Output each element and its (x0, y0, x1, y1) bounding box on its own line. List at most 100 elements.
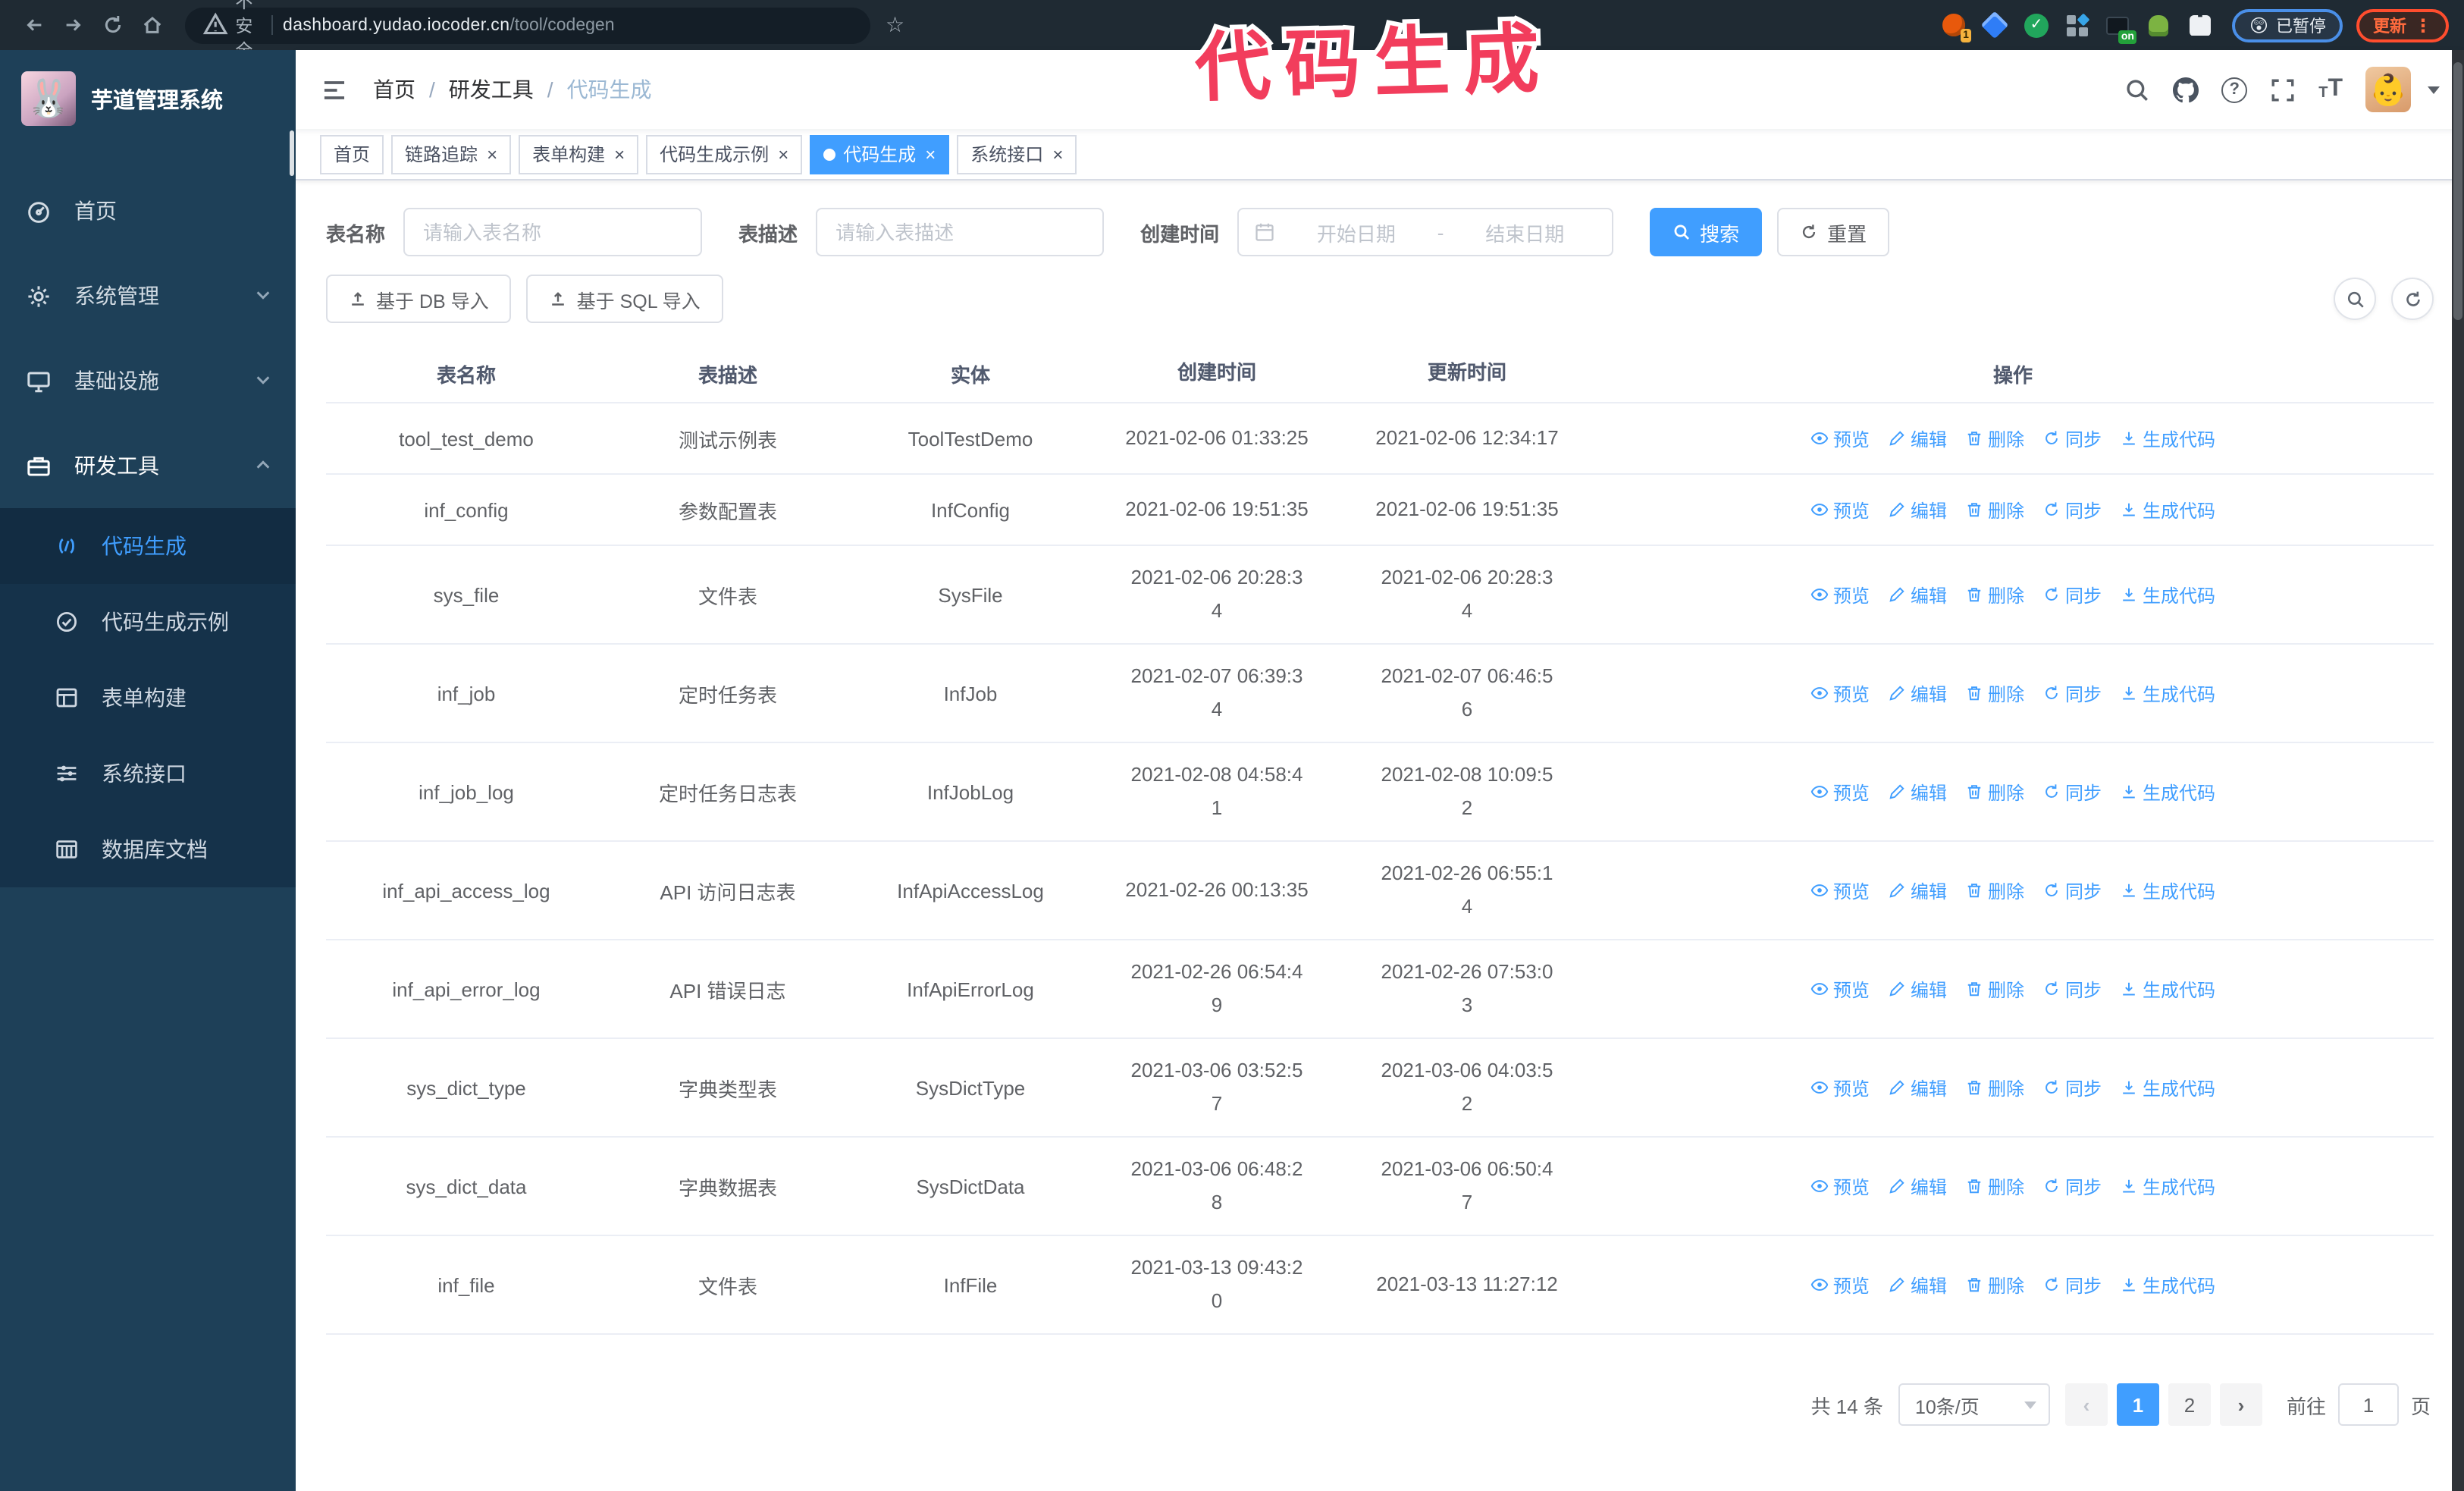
help-icon[interactable]: ? (2221, 77, 2248, 102)
search-icon[interactable] (2124, 77, 2150, 102)
generate-code-link[interactable]: 生成代码 (2120, 1173, 2215, 1199)
github-icon[interactable] (2173, 77, 2199, 102)
preview-link[interactable]: 预览 (1810, 779, 1870, 805)
sync-link[interactable]: 同步 (2042, 582, 2102, 607)
prev-page-button[interactable]: ‹ (2064, 1383, 2108, 1426)
edit-link[interactable]: 编辑 (1888, 877, 1947, 903)
sidebar-scrollbar-thumb[interactable] (290, 130, 294, 176)
table-row[interactable]: inf_job_log 定时任务日志表 InfJobLog 2021-02-08… (326, 742, 2434, 840)
generate-code-link[interactable]: 生成代码 (2120, 1075, 2215, 1100)
edit-link[interactable]: 编辑 (1888, 680, 1947, 706)
table-name-input[interactable] (403, 208, 703, 256)
edit-link[interactable]: 编辑 (1888, 497, 1947, 523)
delete-link[interactable]: 删除 (1965, 779, 2024, 805)
preview-link[interactable]: 预览 (1810, 1173, 1870, 1199)
sync-link[interactable]: 同步 (2042, 497, 2102, 523)
delete-link[interactable]: 删除 (1965, 1272, 2024, 1298)
extension-icon-grid[interactable] (2064, 12, 2090, 38)
tag[interactable]: 表单构建 × (519, 134, 639, 174)
table-row[interactable]: inf_job 定时任务表 InfJob 2021-02-07 06:39:3 4… (326, 643, 2434, 742)
tag[interactable]: 首页 (320, 134, 384, 174)
hamburger-icon[interactable] (320, 75, 349, 104)
edit-link[interactable]: 编辑 (1888, 1272, 1947, 1298)
sidebar-subitem-codegen[interactable]: 代码生成 (0, 508, 296, 584)
tag[interactable]: 链路追踪 × (391, 134, 512, 174)
table-row[interactable]: inf_config 参数配置表 InfConfig 2021-02-06 19… (326, 473, 2434, 545)
preview-link[interactable]: 预览 (1810, 976, 1870, 1002)
table-row[interactable]: sys_dict_data 字典数据表 SysDictData 2021-03-… (326, 1136, 2434, 1235)
extension-icon-dark[interactable]: on (2105, 12, 2137, 44)
close-icon[interactable]: × (614, 145, 625, 163)
update-badge[interactable]: 更新 ⋮ (2356, 8, 2449, 42)
goto-page-input[interactable] (2337, 1383, 2399, 1426)
close-icon[interactable]: × (1052, 145, 1063, 163)
import-sql-button[interactable]: 基于 SQL 导入 (526, 275, 723, 323)
generate-code-link[interactable]: 生成代码 (2120, 877, 2215, 903)
page-button-1[interactable]: 1 (2116, 1383, 2159, 1426)
close-icon[interactable]: × (778, 145, 788, 163)
avatar-caret-down-icon[interactable] (2428, 86, 2440, 93)
sync-link[interactable]: 同步 (2042, 779, 2102, 805)
tag[interactable]: 代码生成示例 × (646, 134, 803, 174)
browser-home-icon[interactable] (133, 7, 170, 43)
sidebar-item-devtools[interactable]: 研发工具 (0, 423, 296, 508)
breadcrumb-home[interactable]: 首页 (373, 74, 415, 105)
app-logo-row[interactable]: 🐰 芋道管理系统 (0, 50, 296, 147)
font-size-icon[interactable]: TT (2318, 77, 2343, 102)
preview-link[interactable]: 预览 (1810, 582, 1870, 607)
delete-link[interactable]: 删除 (1965, 680, 2024, 706)
tag[interactable]: 系统接口 × (957, 134, 1077, 174)
browser-back-icon[interactable] (15, 7, 52, 43)
preview-link[interactable]: 预览 (1810, 497, 1870, 523)
table-row[interactable]: inf_api_error_log API 错误日志 InfApiErrorLo… (326, 939, 2434, 1037)
table-row[interactable]: tool_test_demo 测试示例表 ToolTestDemo 2021-0… (326, 402, 2434, 473)
sidebar-subitem-form-builder[interactable]: 表单构建 (0, 660, 296, 736)
delete-link[interactable]: 删除 (1965, 425, 2024, 451)
delete-link[interactable]: 删除 (1965, 497, 2024, 523)
page-size-select[interactable]: 10条/页 (1898, 1383, 2050, 1426)
table-row[interactable]: inf_file 文件表 InfFile 2021-03-13 09:43:2 0… (326, 1235, 2434, 1333)
extension-icon-puzzle[interactable] (2187, 12, 2213, 38)
sidebar-subitem-db-doc[interactable]: 数据库文档 (0, 811, 296, 887)
sidebar-item-infra[interactable]: 基础设施 (0, 338, 296, 423)
table-row[interactable]: inf_api_access_log API 访问日志表 InfApiAcces… (326, 840, 2434, 939)
sidebar-subitem-system-api[interactable]: 系统接口 (0, 736, 296, 811)
preview-link[interactable]: 预览 (1810, 1272, 1870, 1298)
close-icon[interactable]: × (487, 145, 497, 163)
delete-link[interactable]: 删除 (1965, 1173, 2024, 1199)
user-avatar[interactable]: 👶 (2365, 67, 2411, 112)
generate-code-link[interactable]: 生成代码 (2120, 582, 2215, 607)
fullscreen-icon[interactable] (2270, 77, 2296, 102)
edit-link[interactable]: 编辑 (1888, 1173, 1947, 1199)
import-db-button[interactable]: 基于 DB 导入 (326, 275, 512, 323)
edit-link[interactable]: 编辑 (1888, 582, 1947, 607)
refresh-table-button[interactable] (2391, 278, 2434, 320)
close-icon[interactable]: × (925, 145, 936, 163)
extension-icon-orange[interactable]: 1 (1942, 12, 1972, 42)
start-date-placeholder[interactable]: 开始日期 (1284, 218, 1428, 246)
paused-badge[interactable]: 😲 已暂停 (2232, 8, 2343, 42)
tag[interactable]: 代码生成 × (810, 134, 950, 174)
generate-code-link[interactable]: 生成代码 (2120, 497, 2215, 523)
preview-link[interactable]: 预览 (1810, 877, 1870, 903)
browser-reload-icon[interactable] (94, 7, 130, 43)
preview-link[interactable]: 预览 (1810, 425, 1870, 451)
delete-link[interactable]: 删除 (1965, 582, 2024, 607)
window-scrollbar-thumb[interactable] (2453, 62, 2462, 320)
table-row[interactable]: sys_dict_type 字典类型表 SysDictType 2021-03-… (326, 1037, 2434, 1136)
extension-icon-gem[interactable] (1981, 11, 2010, 39)
table-desc-input[interactable] (816, 208, 1105, 256)
window-scrollbar[interactable] (2452, 50, 2464, 1491)
edit-link[interactable]: 编辑 (1888, 1075, 1947, 1100)
sync-link[interactable]: 同步 (2042, 680, 2102, 706)
toggle-search-button[interactable] (2334, 278, 2376, 320)
generate-code-link[interactable]: 生成代码 (2120, 425, 2215, 451)
delete-link[interactable]: 删除 (1965, 877, 2024, 903)
generate-code-link[interactable]: 生成代码 (2120, 1272, 2215, 1298)
sync-link[interactable]: 同步 (2042, 976, 2102, 1002)
sync-link[interactable]: 同步 (2042, 1272, 2102, 1298)
delete-link[interactable]: 删除 (1965, 976, 2024, 1002)
address-bar[interactable]: 不安全 dashboard.yudao.iocoder.cn/tool/code… (185, 0, 870, 60)
generate-code-link[interactable]: 生成代码 (2120, 779, 2215, 805)
extension-icon-alien[interactable] (2146, 12, 2172, 38)
